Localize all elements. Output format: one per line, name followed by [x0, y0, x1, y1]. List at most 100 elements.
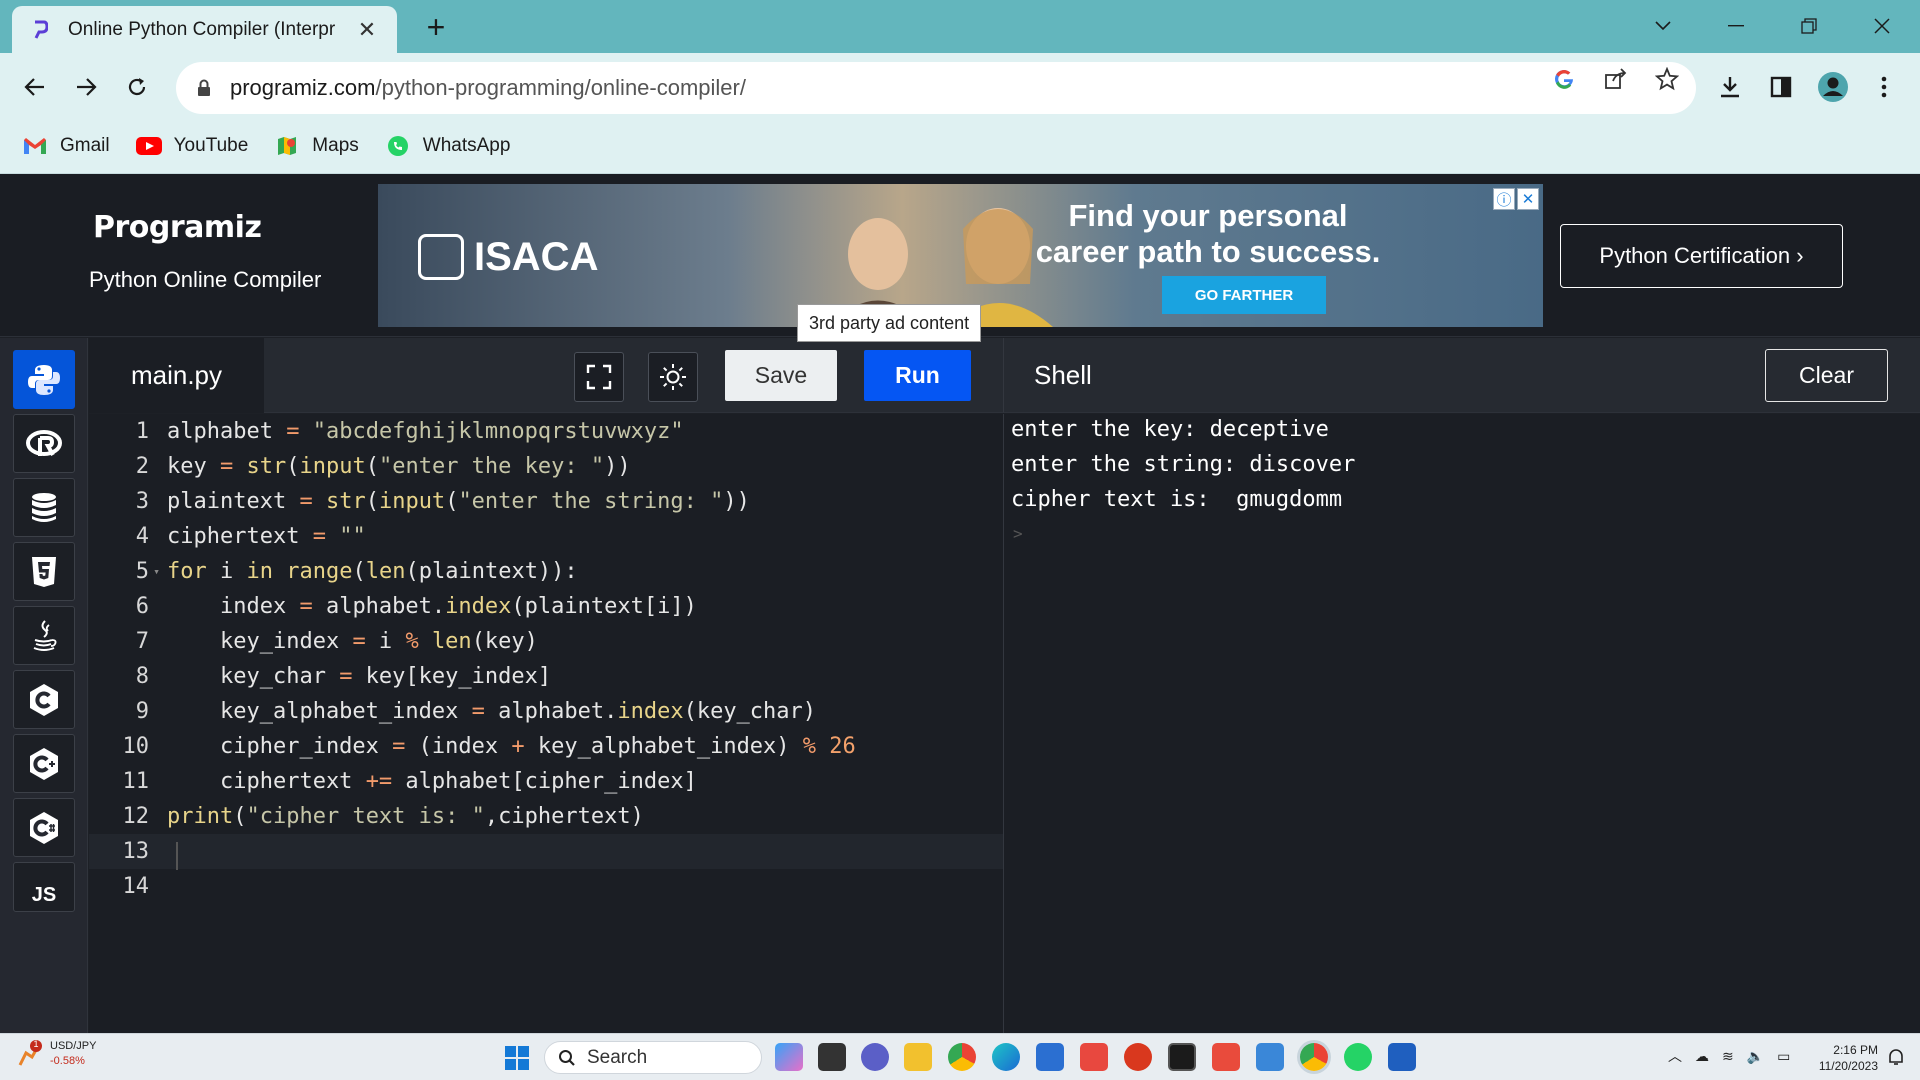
lock-icon: [194, 78, 214, 98]
lang-html[interactable]: [13, 542, 75, 601]
forward-icon[interactable]: [68, 69, 104, 105]
minimize-icon[interactable]: [1716, 10, 1756, 42]
webstorm-icon[interactable]: [1168, 1043, 1196, 1071]
code-editor[interactable]: 1 alphabet = "abcdefghijklmnopqrstuvwxyz…: [89, 414, 1003, 1033]
tab-close-icon[interactable]: ✕: [355, 17, 379, 43]
shell-output[interactable]: enter the key: deceptive enter the strin…: [1003, 414, 1920, 1033]
address-bar[interactable]: programiz.com/python-programming/online-…: [176, 62, 1696, 114]
fullscreen-button[interactable]: [574, 352, 624, 402]
code-text: cipher_index = (index + key_alphabet_ind…: [167, 734, 856, 759]
app-icon[interactable]: [1124, 1043, 1152, 1071]
close-window-icon[interactable]: [1862, 10, 1902, 42]
output-line: enter the key: deceptive: [1011, 417, 1329, 442]
store-icon[interactable]: [1036, 1043, 1064, 1071]
lang-r[interactable]: [13, 414, 75, 473]
code-line: 5 ▾ for i in range(len(plaintext)):: [89, 554, 1003, 589]
code-line: 12 print("cipher text is: ",ciphertext): [89, 799, 1003, 834]
windows-start-icon[interactable]: [505, 1046, 529, 1070]
wifi-icon[interactable]: ≋: [1722, 1048, 1734, 1065]
edge-icon[interactable]: [992, 1043, 1020, 1071]
bookmark-gmail[interactable]: Gmail: [22, 135, 110, 157]
adchoices-info-icon[interactable]: ⓘ: [1493, 188, 1515, 210]
ad-cta-button[interactable]: GO FARTHER: [1162, 276, 1326, 314]
chrome-active-icon[interactable]: [1300, 1043, 1328, 1071]
save-button[interactable]: Save: [725, 350, 837, 401]
notification-icon[interactable]: [1887, 1048, 1905, 1066]
search-placeholder: Search: [587, 1046, 648, 1068]
code-line: 6 index = alphabet.index(plaintext[i]): [89, 589, 1003, 624]
lang-cpp[interactable]: [13, 734, 75, 793]
fold-arrow-icon[interactable]: ▾: [149, 565, 164, 578]
whatsapp-taskbar-icon[interactable]: [1344, 1043, 1372, 1071]
code-line-current: 13: [89, 834, 1003, 869]
file-explorer-icon[interactable]: [904, 1043, 932, 1071]
wps-icon[interactable]: [1212, 1043, 1240, 1071]
code-line: 11 ciphertext += alphabet[cipher_index]: [89, 764, 1003, 799]
line-number: 8: [135, 664, 149, 689]
ad-choices[interactable]: ⓘ ✕: [1491, 188, 1539, 210]
lang-sql[interactable]: [13, 478, 75, 537]
html5-icon: [32, 556, 56, 587]
word-icon[interactable]: [1388, 1043, 1416, 1071]
google-icon[interactable]: [1550, 65, 1578, 93]
clock-date: 11/20/2023: [1818, 1059, 1878, 1073]
share-icon[interactable]: [1602, 65, 1630, 93]
network-drive-icon[interactable]: ☁: [1695, 1048, 1709, 1065]
lang-java[interactable]: [13, 606, 75, 665]
code-line: 10 cipher_index = (index + key_alphabet_…: [89, 729, 1003, 764]
bookmark-youtube[interactable]: YouTube: [135, 135, 248, 157]
teams-chat-icon[interactable]: [861, 1043, 889, 1071]
reload-icon[interactable]: [119, 69, 155, 105]
bookmark-maps[interactable]: Maps: [274, 135, 359, 157]
lang-csharp[interactable]: [13, 798, 75, 857]
chrome-icon[interactable]: [948, 1043, 976, 1071]
tab-title: Online Python Compiler (Interpr: [68, 19, 336, 40]
bookmark-whatsapp[interactable]: WhatsApp: [385, 135, 511, 157]
code-text: key = str(input("enter the key: ")): [167, 454, 631, 479]
bookmark-star-icon[interactable]: [1653, 65, 1681, 93]
clock[interactable]: 2:16 PM 11/20/2023: [1810, 1042, 1878, 1074]
code-line: 9 key_alphabet_index = alphabet.index(ke…: [89, 694, 1003, 729]
taskbar-search[interactable]: Search: [544, 1041, 762, 1074]
side-panel-icon[interactable]: [1763, 69, 1799, 105]
ad-close-icon[interactable]: ✕: [1517, 188, 1539, 210]
bookmark-label: Maps: [312, 135, 359, 156]
tab-search-icon[interactable]: [1643, 10, 1683, 42]
python-certification-button[interactable]: Python Certification ›: [1560, 224, 1843, 288]
code-text: key_index = i % len(key): [167, 629, 538, 654]
clear-button[interactable]: Clear: [1765, 349, 1888, 402]
code-text: for i in range(len(plaintext)):: [167, 559, 578, 584]
profile-avatar-icon[interactable]: [1815, 69, 1851, 105]
download-icon[interactable]: [1712, 69, 1748, 105]
stock-widget[interactable]: 1 USD/JPY -0.58%: [18, 1039, 96, 1069]
fullscreen-icon: [586, 364, 612, 390]
browser-menu-icon[interactable]: [1866, 69, 1902, 105]
lang-js[interactable]: JS: [13, 862, 75, 912]
office-icon[interactable]: [1080, 1043, 1108, 1071]
code-line: 8 key_char = key[key_index]: [89, 659, 1003, 694]
url-text: programiz.com/python-programming/online-…: [230, 75, 746, 100]
tray-overflow-icon[interactable]: ︿: [1668, 1046, 1682, 1066]
back-icon[interactable]: [17, 69, 53, 105]
run-button[interactable]: Run: [864, 350, 971, 401]
theme-toggle-button[interactable]: [648, 352, 698, 402]
new-tab-button[interactable]: +: [418, 10, 454, 46]
restore-icon[interactable]: [1789, 10, 1829, 42]
browser-tab[interactable]: Online Python Compiler (Interpr ✕: [12, 6, 397, 54]
copilot-icon[interactable]: [775, 1043, 803, 1071]
code-text: key_char = key[key_index]: [167, 664, 552, 689]
programiz-logo[interactable]: Programiz: [93, 210, 262, 245]
photos-icon[interactable]: [1256, 1043, 1284, 1071]
text-caret: [176, 842, 178, 870]
bookmark-label: WhatsApp: [422, 135, 511, 156]
c-icon: [30, 683, 58, 716]
code-text: alphabet = "abcdefghijklmnopqrstuvwxyz": [167, 419, 684, 444]
lang-python[interactable]: [13, 350, 75, 409]
js-icon: JS: [31, 884, 57, 906]
battery-icon[interactable]: ▭: [1777, 1048, 1790, 1065]
task-view-icon[interactable]: [818, 1043, 846, 1071]
clock-time: 2:16 PM: [1833, 1043, 1878, 1057]
volume-icon[interactable]: 🔈: [1747, 1048, 1764, 1065]
lang-c[interactable]: [13, 670, 75, 729]
file-tab[interactable]: main.py: [89, 338, 264, 413]
